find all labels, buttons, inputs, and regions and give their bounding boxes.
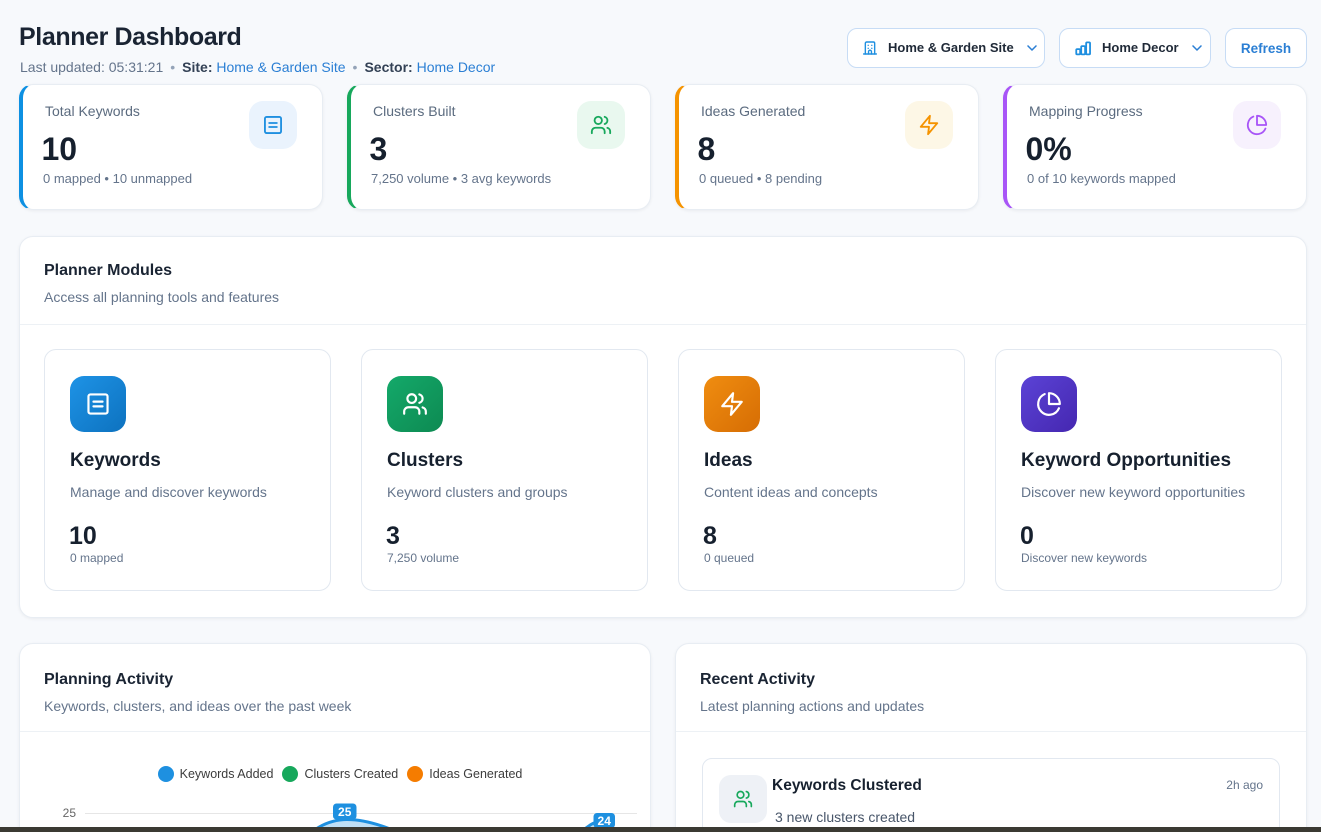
svg-text:24: 24 — [598, 814, 612, 828]
svg-text:25: 25 — [63, 806, 77, 820]
svg-text:25: 25 — [338, 805, 352, 819]
